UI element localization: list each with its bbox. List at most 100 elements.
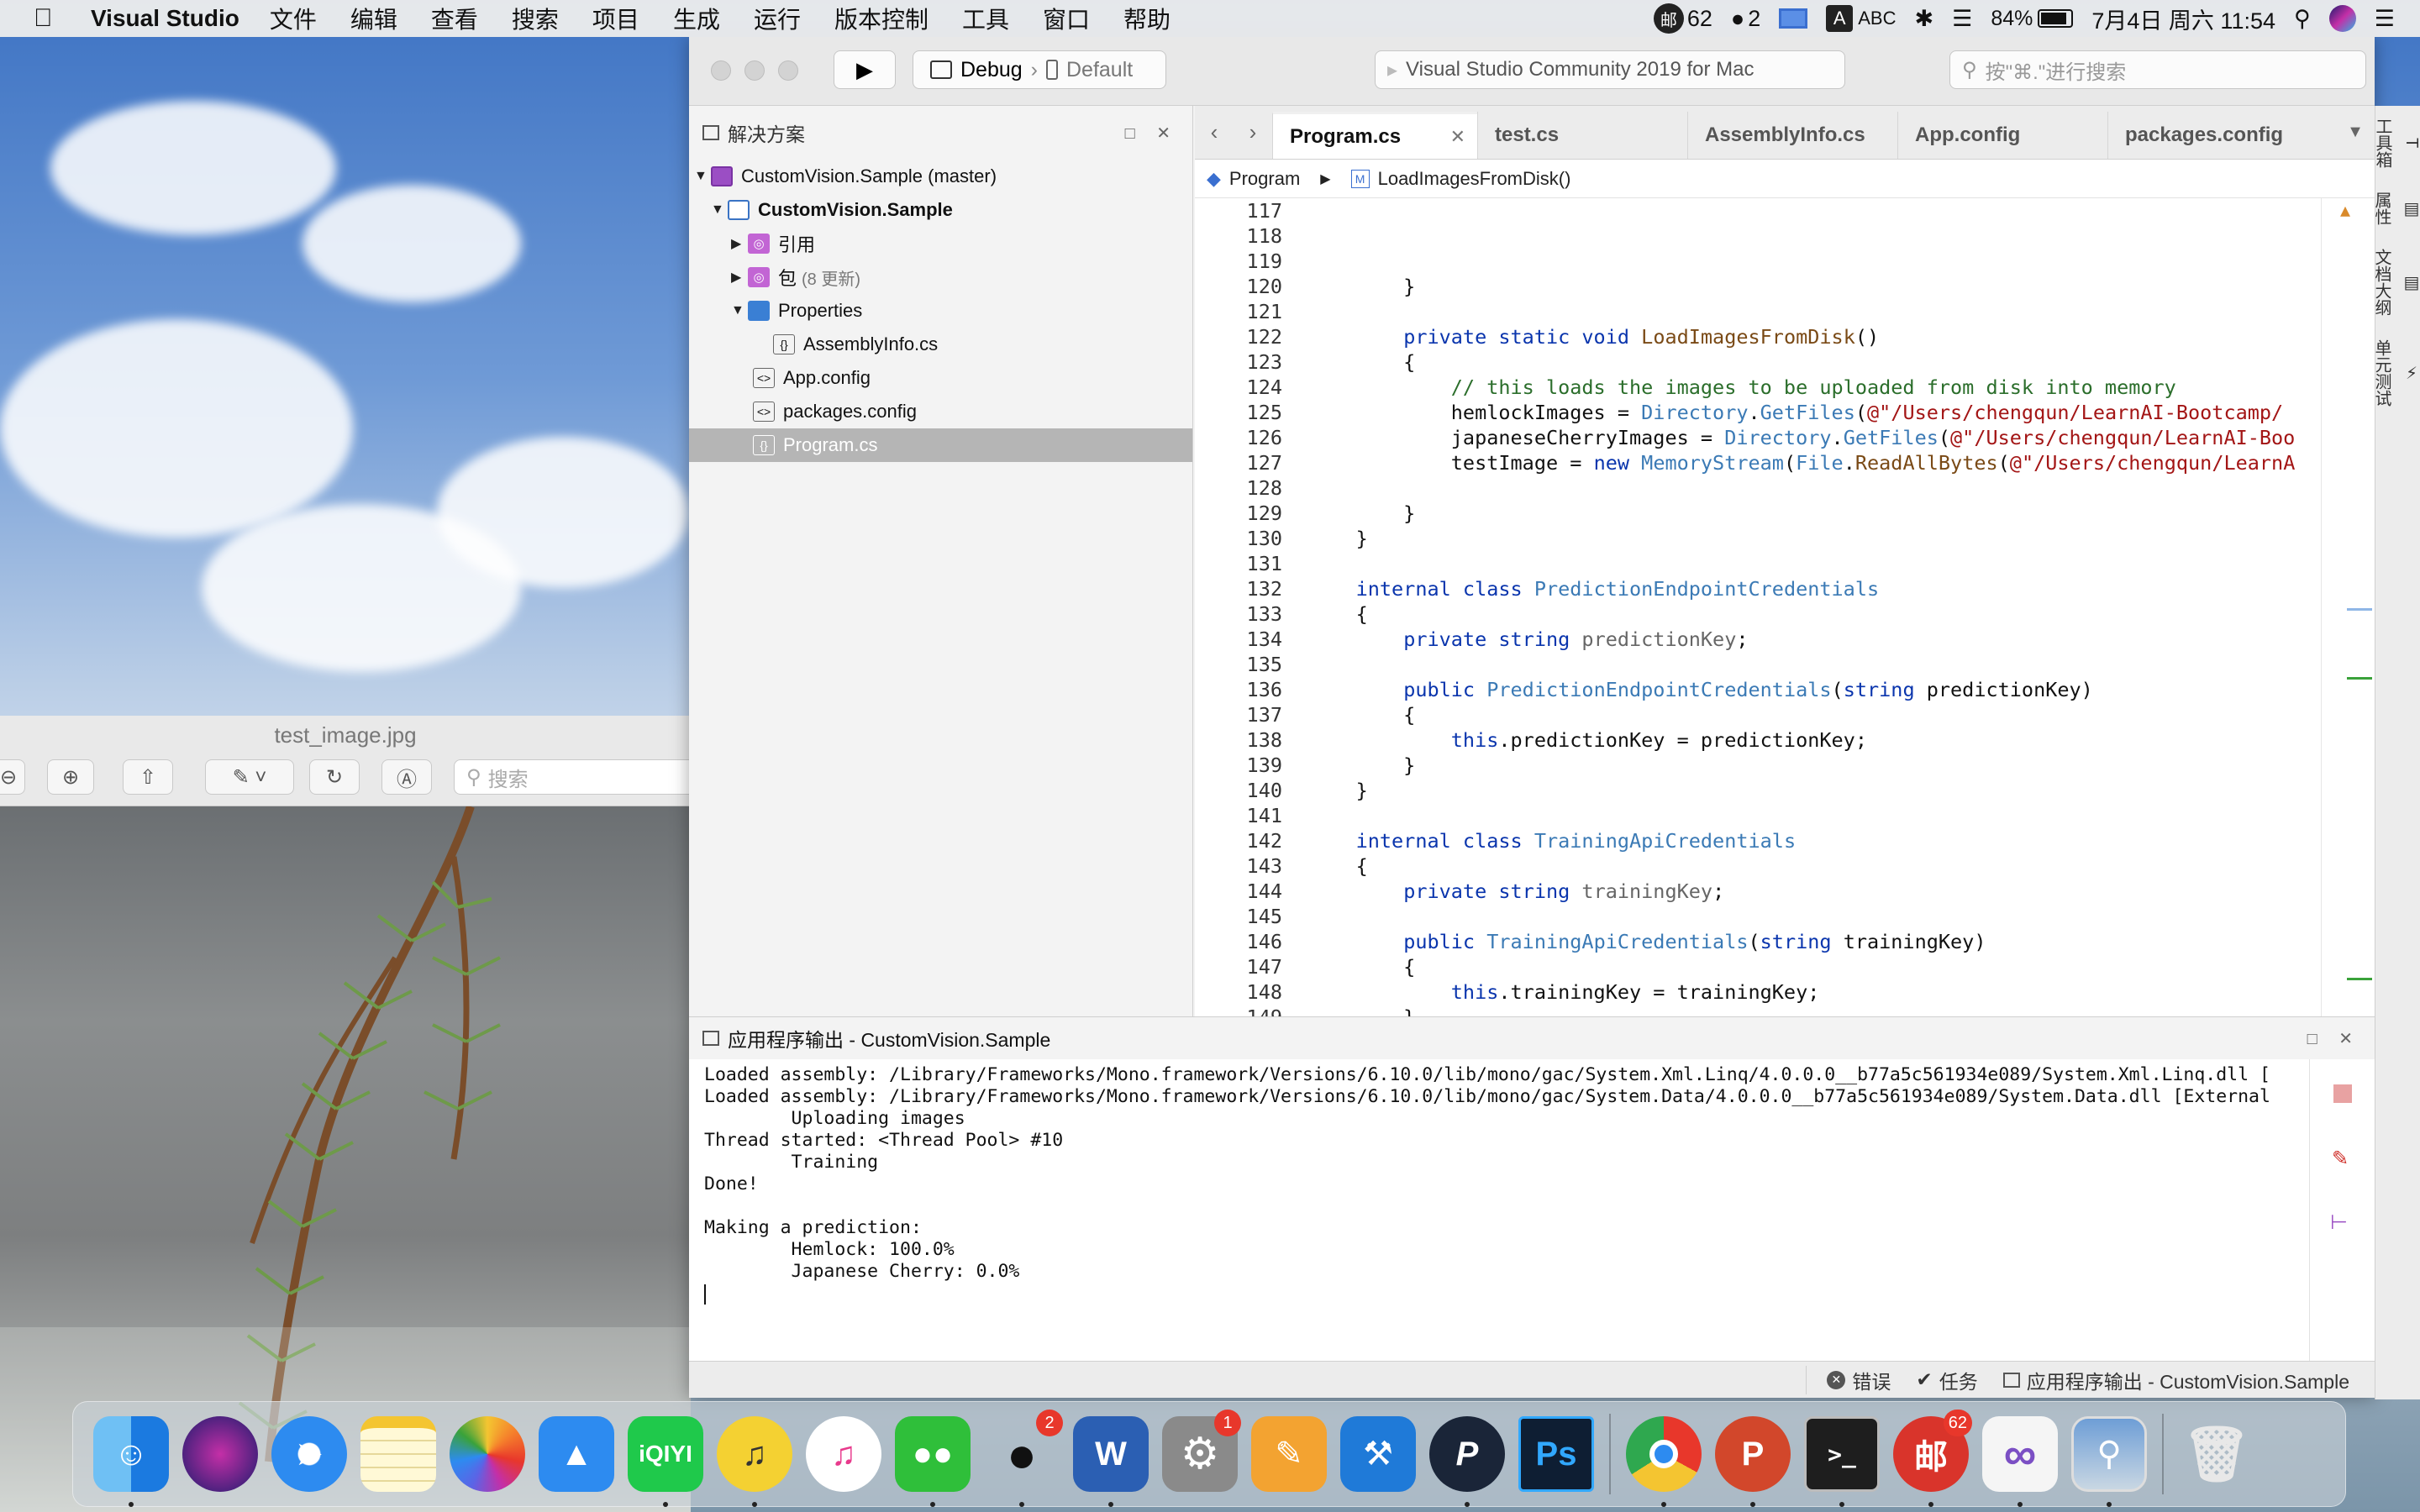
dock-trash[interactable]: 🗑	[2172, 1410, 2261, 1499]
menu-version-control[interactable]: 版本控制	[834, 2, 929, 35]
overview-ruler[interactable]: ▲	[2321, 198, 2375, 1016]
dock-pages[interactable]: ✎	[1244, 1410, 1334, 1499]
close-window-button[interactable]	[711, 60, 731, 81]
qq-status-item[interactable]: ● 2	[1731, 6, 1760, 32]
tab-assemblyinfo-cs[interactable]: AssemblyInfo.cs	[1687, 112, 1897, 159]
dock-word[interactable]: W	[1066, 1410, 1155, 1507]
dock-qq[interactable]: ● 2	[977, 1410, 1066, 1507]
output-text[interactable]: Loaded assembly: /Library/Frameworks/Mon…	[704, 1064, 2301, 1305]
tree-item-program-cs[interactable]: {} Program.cs	[689, 428, 1192, 462]
dock-chrome[interactable]	[1619, 1410, 1708, 1507]
output-pad-button[interactable]: 应用程序输出 - CustomVision.Sample	[2002, 1366, 2349, 1394]
dock-notes[interactable]	[354, 1410, 443, 1499]
menu-edit[interactable]: 编辑	[350, 2, 397, 35]
spotlight-search-icon[interactable]: ⚲	[2294, 6, 2311, 32]
dock-mail-master[interactable]: 邮 62	[1886, 1410, 1975, 1507]
dock-wechat[interactable]: ●●	[888, 1410, 977, 1507]
siri-icon[interactable]	[2328, 5, 2356, 32]
tab-forward-icon[interactable]: ›	[1234, 105, 1272, 159]
zoom-in-button[interactable]: ⊕	[47, 759, 94, 795]
notification-center-icon[interactable]: ☰	[2375, 6, 2395, 32]
properties-pad-button[interactable]: ▤ 属性	[2372, 180, 2420, 237]
zoom-out-button[interactable]: ⊖	[0, 759, 25, 795]
tab-app-config[interactable]: App.config	[1897, 112, 2107, 159]
configuration-selector[interactable]: Debug › Default	[913, 50, 1166, 89]
code-area[interactable]: 117 118 119 120 121 122 123 124 125 126 127 128 129 1…	[1195, 198, 2375, 1016]
collapsed-triangle-icon[interactable]: ▶	[731, 235, 748, 252]
input-method-item[interactable]: A ABC	[1826, 5, 1897, 32]
tab-test-cs[interactable]: test.cs	[1477, 112, 1687, 159]
run-button[interactable]: ▶	[834, 50, 896, 89]
app-menu[interactable]: Visual Studio	[91, 5, 239, 32]
menu-project[interactable]: 项目	[592, 2, 639, 35]
share-button[interactable]: ⇧	[123, 759, 173, 795]
preview-search-input[interactable]: ⚲ 搜索	[454, 759, 697, 795]
dock-iqiyi[interactable]: iQIYI	[621, 1410, 710, 1507]
dock-photoshop[interactable]: Ps	[1512, 1410, 1601, 1499]
display-icon[interactable]	[1779, 8, 1808, 29]
menu-build[interactable]: 生成	[673, 2, 720, 35]
unit-tests-pad-button[interactable]: ⚡ 单元测试	[2372, 328, 2420, 418]
menu-run[interactable]: 运行	[754, 2, 801, 35]
minimize-window-button[interactable]	[744, 60, 765, 81]
apple-menu-icon[interactable]: 	[34, 4, 69, 33]
stop-icon[interactable]	[2333, 1084, 2352, 1103]
clock[interactable]: 7月4日 周六 11:54	[2091, 3, 2275, 35]
menu-window[interactable]: 窗口	[1043, 2, 1090, 35]
mail-status-item[interactable]: 邮 62	[1653, 3, 1712, 34]
tree-item-packages[interactable]: ▶ ◎ 包 (8 更新)	[689, 260, 1192, 294]
dock-itunes[interactable]: ♫	[799, 1410, 888, 1499]
pad-controls[interactable]: □ ✕	[1125, 123, 1179, 144]
breadcrumb-method[interactable]: LoadImagesFromDisk()	[1378, 168, 1571, 190]
battery-item[interactable]: 84%	[1991, 7, 2074, 31]
tree-item-app-config[interactable]: <> App.config	[689, 361, 1192, 395]
breadcrumb-class[interactable]: Program	[1229, 168, 1300, 190]
global-search-input[interactable]: ⚲ 按"⌘."进行搜索	[1949, 50, 2366, 89]
dock-safari[interactable]: ➤	[265, 1410, 354, 1499]
bluetooth-icon[interactable]: ✱	[1915, 6, 1934, 32]
tree-item-properties[interactable]: ▼ Properties	[689, 294, 1192, 328]
expand-triangle-icon[interactable]: ▼	[711, 202, 728, 218]
menu-help[interactable]: 帮助	[1123, 2, 1171, 35]
dock-music-app[interactable]: ♫	[710, 1410, 799, 1507]
collapsed-triangle-icon[interactable]: ▶	[731, 269, 748, 286]
clear-icon[interactable]: ✎	[2332, 1147, 2349, 1171]
dock-keynote[interactable]: ▲	[532, 1410, 621, 1499]
dock-system-preferences[interactable]: ⚙ 1	[1155, 1410, 1244, 1499]
document-outline-pad-button[interactable]: ▤ 文档大纲	[2372, 237, 2420, 328]
expand-triangle-icon[interactable]: ▼	[731, 303, 748, 318]
tab-packages-config[interactable]: packages.config	[2107, 112, 2328, 159]
tree-item-assemblyinfo[interactable]: {} AssemblyInfo.cs	[689, 328, 1192, 361]
tree-item-solution[interactable]: ▼ CustomVision.Sample (master)	[689, 160, 1192, 193]
annotate-button[interactable]: Ⓐ	[381, 759, 432, 795]
menu-file[interactable]: 文件	[270, 2, 317, 35]
tab-program-cs[interactable]: Program.cs ✕	[1272, 112, 1477, 159]
dock-visual-studio[interactable]: ∞	[1975, 1410, 2065, 1507]
pin-icon[interactable]: ⊢	[2330, 1210, 2348, 1235]
maximize-window-button[interactable]	[778, 60, 798, 81]
tree-item-packages-config[interactable]: <> packages.config	[689, 395, 1192, 428]
menu-view[interactable]: 查看	[431, 2, 478, 35]
tab-back-icon[interactable]: ‹	[1195, 105, 1234, 159]
pad-controls[interactable]: □ ✕	[2307, 1028, 2361, 1049]
tree-item-references[interactable]: ▶ ◎ 引用	[689, 227, 1192, 260]
errors-pad-button[interactable]: ✕ 错误	[1806, 1365, 1891, 1394]
dock-finder[interactable]: ☺	[87, 1410, 176, 1507]
menu-tools[interactable]: 工具	[962, 2, 1009, 35]
wifi-icon[interactable]: ☰	[1952, 6, 1972, 32]
toolbox-pad-button[interactable]: T 工具箱	[2373, 106, 2420, 180]
dock-photos[interactable]	[443, 1410, 532, 1499]
close-tab-icon[interactable]: ✕	[1450, 126, 1465, 148]
menu-search[interactable]: 搜索	[512, 2, 559, 35]
tab-overflow-icon[interactable]: ▼	[2336, 105, 2375, 159]
tasks-pad-button[interactable]: ✔ 任务	[1916, 1366, 1977, 1394]
dock-powerpoint[interactable]: P	[1708, 1410, 1797, 1507]
tree-item-project[interactable]: ▼ CustomVision.Sample	[689, 193, 1192, 227]
rotate-button[interactable]: ↻	[309, 759, 360, 795]
markup-button[interactable]: ✎ ˅	[205, 759, 294, 795]
dock-terminal[interactable]: >_	[1797, 1410, 1886, 1507]
dock-preview[interactable]: ⚲	[2065, 1410, 2154, 1507]
dock-proxyman[interactable]: P	[1423, 1410, 1512, 1507]
dock-xcode[interactable]: ⚒	[1334, 1410, 1423, 1499]
expand-triangle-icon[interactable]: ▼	[694, 169, 711, 184]
